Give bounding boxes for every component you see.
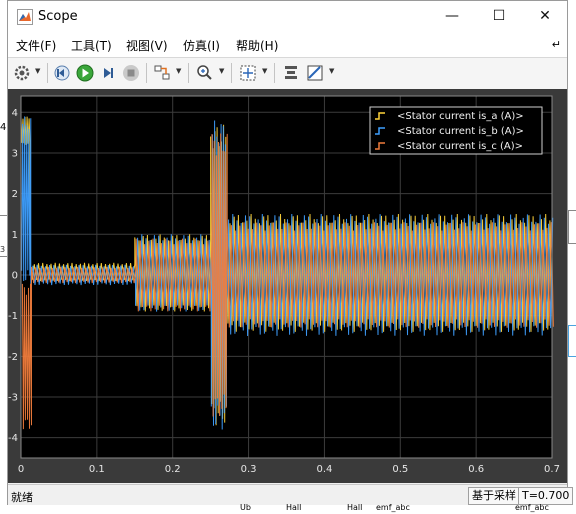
legend-label: <Stator current is_b (A)>	[397, 126, 524, 137]
maximize-icon: ☐	[492, 8, 506, 24]
menu-tools[interactable]: 工具(T)	[71, 37, 112, 54]
title-bar: Scope — ☐ ✕	[8, 1, 567, 32]
toolbar-separator	[146, 63, 147, 83]
chevron-down-icon[interactable]: ▼	[176, 67, 181, 75]
x-tick-label: 0.6	[468, 464, 484, 475]
x-tick-label: 0.5	[392, 464, 408, 475]
sample-mode-box[interactable]: 基于采样	[468, 487, 520, 505]
measurements-icon[interactable]	[304, 62, 326, 84]
toolbar: ▼ ▼ ▼ ▼ ▼	[8, 57, 567, 90]
y-tick-label: -4	[8, 433, 18, 444]
menu-file[interactable]: 文件(F)	[16, 37, 56, 54]
model-label: emf_abc	[376, 503, 410, 512]
legend-label: <Stator current is_c (A)>	[397, 141, 523, 152]
y-tick-label: 1	[12, 230, 18, 241]
menu-bar: 文件(F) 工具(T) 视图(V) 仿真(I) 帮助(H) ↵	[8, 32, 567, 57]
step-back-icon[interactable]	[51, 62, 73, 84]
scope-window: Scope — ☐ ✕ 文件(F) 工具(T) 视图(V) 仿真(I) 帮助(H…	[7, 0, 574, 507]
toolbar-separator	[47, 63, 48, 83]
minimize-icon: —	[445, 8, 459, 24]
chevron-down-icon[interactable]: ▼	[262, 67, 267, 75]
y-tick-label: -2	[8, 352, 18, 363]
signal-selector-icon[interactable]	[151, 62, 173, 84]
background-block-right-mid	[568, 325, 576, 357]
minimize-button[interactable]: —	[429, 1, 475, 32]
toolbar-separator	[274, 63, 275, 83]
chevron-down-icon[interactable]: ▼	[35, 67, 40, 75]
x-tick-label: 0.3	[241, 464, 257, 475]
y-tick-label: -3	[8, 392, 18, 403]
menu-help[interactable]: 帮助(H)	[236, 37, 278, 54]
x-tick-label: 0.7	[544, 464, 560, 475]
stator-current-plot[interactable]: 0 0.1 0.2 0.3 0.4 0.5 0.6 0.7 4 3 2 1 0 -1 -2 -3 -4 <Sta…	[8, 89, 569, 483]
x-tick-label: 0	[18, 464, 24, 475]
edge-label: 3	[0, 245, 6, 254]
y-tick-label: 0	[12, 270, 18, 281]
settings-gear-icon[interactable]	[11, 62, 33, 84]
x-tick-label: 0.1	[89, 464, 105, 475]
window-title: Scope	[38, 9, 78, 24]
scope-display: 0 0.1 0.2 0.3 0.4 0.5 0.6 0.7 4 3 2 1 0 -1 -2 -3 -4 <Sta…	[8, 89, 567, 483]
toolbar-separator	[188, 63, 189, 83]
toolbar-separator	[231, 63, 232, 83]
chevron-down-icon[interactable]: ▼	[219, 67, 224, 75]
close-button[interactable]: ✕	[522, 1, 568, 32]
y-tick-label: 4	[12, 108, 18, 119]
underlying-model-strip: Ub Hall Hall emf_abc emf_abc	[0, 503, 576, 514]
chevron-down-icon[interactable]: ▼	[329, 67, 334, 75]
maximize-button[interactable]: ☐	[476, 1, 522, 32]
edge-tick-label: 4	[0, 122, 7, 133]
y-tick-label: -1	[8, 311, 18, 322]
model-label: Ub	[240, 503, 251, 512]
zoom-icon[interactable]	[194, 62, 216, 84]
step-forward-icon[interactable]	[97, 62, 119, 84]
y-tick-label: 3	[12, 148, 18, 159]
stop-icon[interactable]	[120, 62, 142, 84]
background-block-right-top	[568, 210, 576, 244]
model-label: Hall	[286, 503, 302, 512]
x-tick-label: 0.2	[165, 464, 181, 475]
run-icon[interactable]	[74, 62, 96, 84]
x-tick-label: 0.4	[316, 464, 332, 475]
menu-view[interactable]: 视图(V)	[126, 37, 168, 54]
y-tick-label: 2	[12, 189, 18, 200]
menu-simulation[interactable]: 仿真(I)	[183, 37, 220, 54]
autoscale-icon[interactable]	[237, 62, 259, 84]
legend-label: <Stator current is_a (A)>	[397, 111, 524, 122]
dock-arrow-icon[interactable]: ↵	[552, 38, 561, 51]
triggers-icon[interactable]	[280, 62, 302, 84]
model-label: emf_abc	[515, 503, 549, 512]
status-ready: 就绪	[11, 491, 33, 504]
model-label: Hall	[347, 503, 363, 512]
matlab-icon	[17, 9, 33, 25]
close-icon: ✕	[539, 8, 551, 24]
